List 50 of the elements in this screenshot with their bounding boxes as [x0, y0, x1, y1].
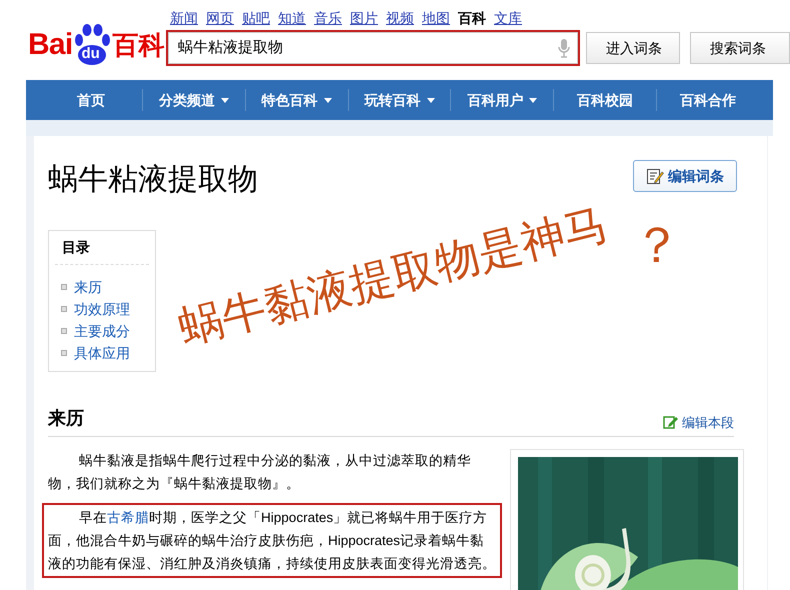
top-nav-link[interactable]: 百科	[458, 8, 486, 30]
bullet-icon	[61, 306, 67, 312]
logo[interactable]: Bai du 百科	[28, 24, 164, 66]
toc-heading: 目录	[55, 231, 149, 265]
toc-link[interactable]: 来历	[74, 276, 102, 298]
bullet-icon	[61, 284, 67, 290]
bullet-icon	[61, 350, 67, 356]
edit-entry-button[interactable]: 编辑词条	[633, 160, 737, 192]
caret-icon	[529, 98, 538, 102]
nav-item[interactable]: 百科用户	[451, 90, 554, 110]
paragraph: 蜗牛黏液是指蜗牛爬行过程中分泌的黏液，从中过滤萃取的精华物，我们就称之为『蜗牛黏液提取物』。	[47, 452, 472, 493]
top-nav-link[interactable]: 新闻	[170, 8, 198, 30]
nav-item[interactable]: 特色百科	[246, 90, 348, 110]
top-nav-link[interactable]: 音乐	[314, 8, 342, 30]
nav-item[interactable]: 首页	[40, 90, 142, 110]
question-mark: ？	[632, 220, 682, 270]
microphone-icon[interactable]	[558, 38, 570, 58]
search-entry-button[interactable]: 搜索词条	[690, 32, 790, 64]
nav-item[interactable]: 分类频道	[142, 90, 245, 110]
caret-icon	[220, 98, 229, 102]
nav-item[interactable]: 玩转百科	[348, 90, 450, 110]
paragraph: 早在古希腊时期，医学之父「Hippocrates」就已将蜗牛用于医疗方面，他混合牛奶与碾碎的蜗牛治疗皮肤伤疤，Hippocrates记录着蜗牛黏液的功能有保湿、消红肿及消炎镇痛，持续使用皮肤表面变得光滑透亮。	[42, 503, 502, 578]
search-field[interactable]: 蜗牛粘液提取物	[166, 30, 580, 66]
section-heading: 来历	[48, 407, 84, 430]
edit-section-link[interactable]: 编辑本段	[663, 412, 734, 432]
toc-link[interactable]: 具体应用	[74, 342, 130, 364]
top-nav-link[interactable]: 网页	[206, 8, 234, 30]
annotation-text: 蜗牛黏液提取物是神马	[174, 202, 612, 352]
caret-icon	[324, 98, 332, 102]
top-nav-link[interactable]: 贴吧	[242, 8, 270, 30]
logo-text: 百科	[112, 32, 164, 58]
top-nav-link[interactable]: 图片	[350, 8, 378, 30]
text-link[interactable]: 古希腊	[107, 510, 150, 525]
top-nav-link[interactable]: 地图	[422, 8, 450, 30]
enter-entry-button[interactable]: 进入词条	[586, 32, 680, 64]
logo-text: Bai	[28, 30, 72, 60]
nav-item[interactable]: 百科校园	[554, 90, 656, 110]
paw-icon	[72, 24, 112, 66]
bullet-icon	[61, 328, 67, 334]
caret-icon	[426, 98, 434, 102]
top-nav-link[interactable]: 视频	[386, 8, 414, 30]
edit-icon	[663, 415, 679, 430]
top-nav-link[interactable]: 文库	[494, 8, 522, 30]
toc-link[interactable]: 功效原理	[74, 298, 130, 320]
edit-icon	[646, 167, 664, 185]
logo-text: du	[81, 46, 100, 61]
top-nav-link[interactable]: 知道	[278, 8, 306, 30]
nav-item[interactable]: 百科合作	[657, 90, 760, 110]
toc-link[interactable]: 主要成分	[74, 320, 130, 342]
article-title: 蜗牛粘液提取物	[48, 162, 258, 198]
